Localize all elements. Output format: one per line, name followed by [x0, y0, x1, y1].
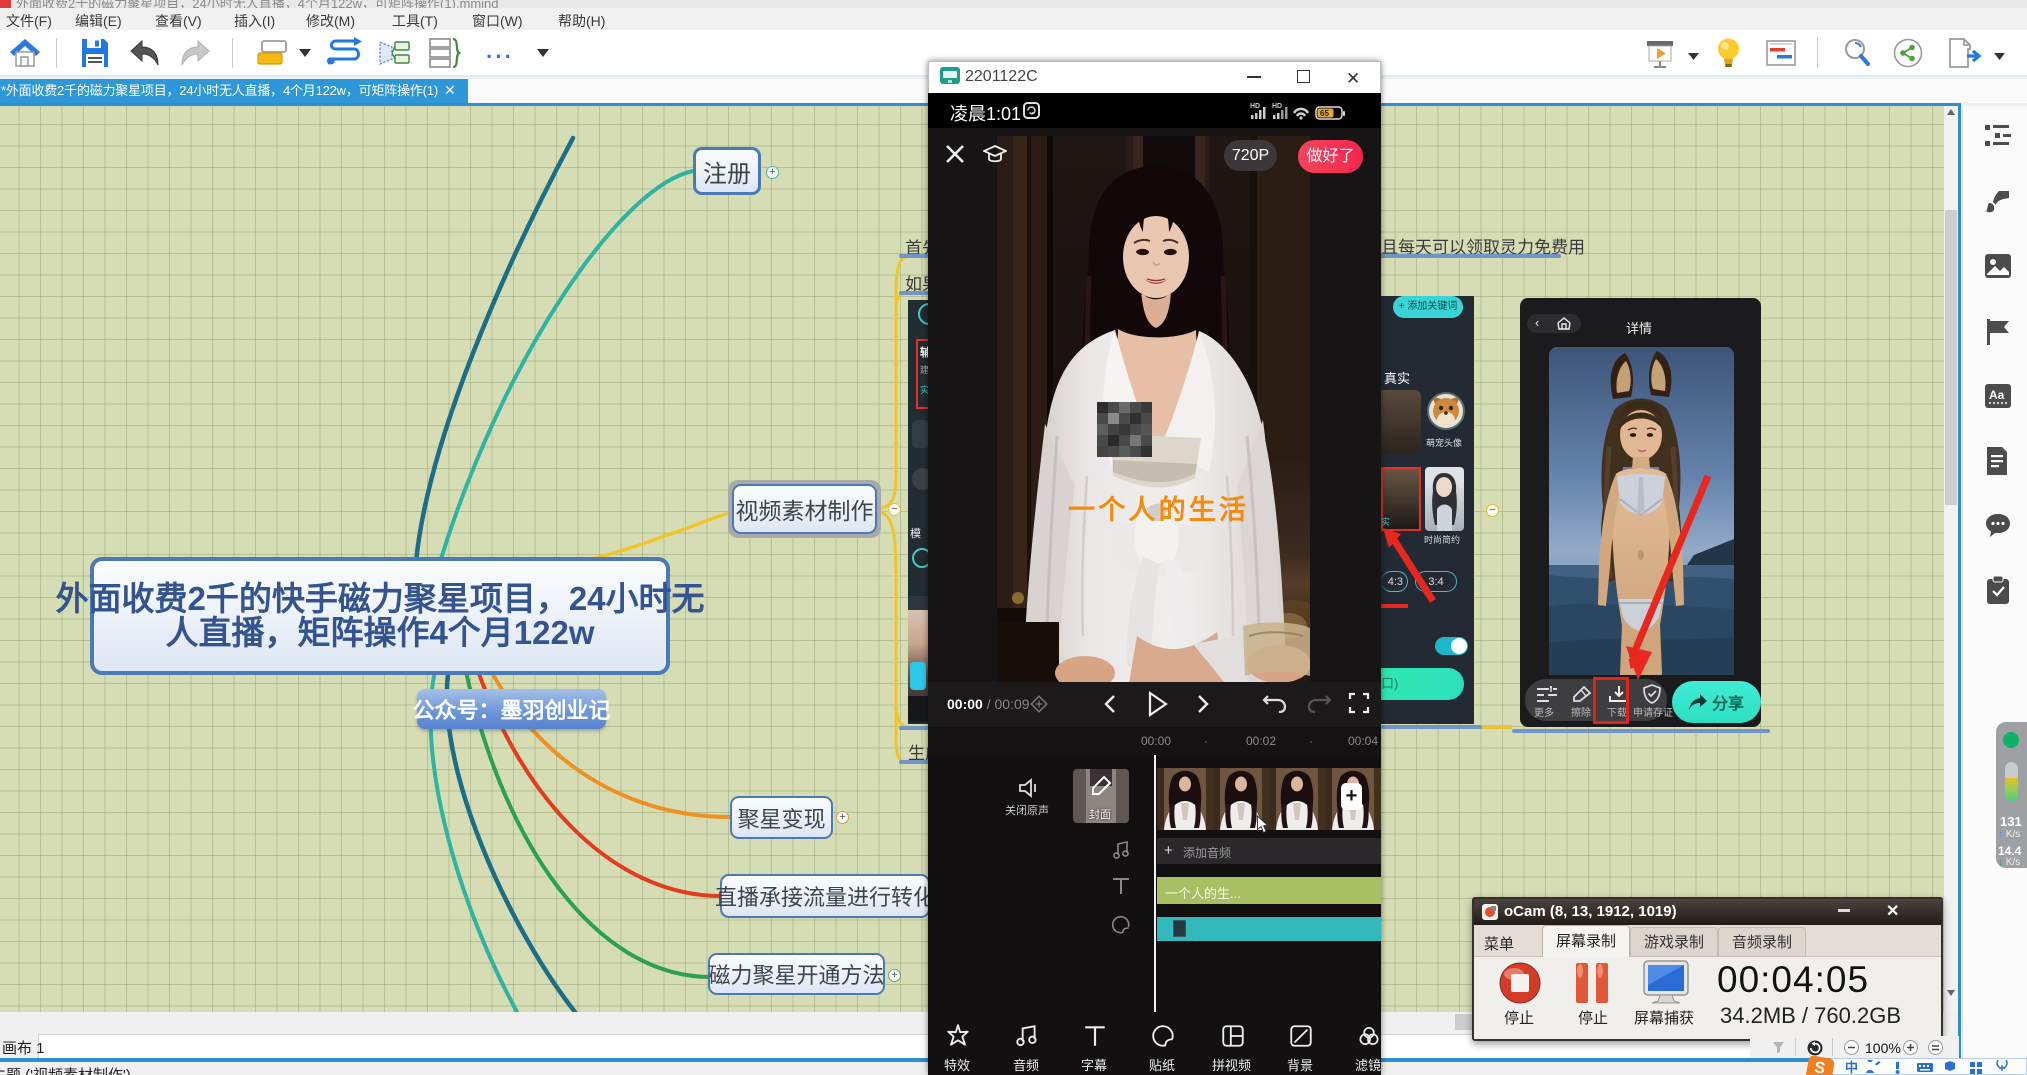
- svg-text:65: 65: [1320, 109, 1329, 118]
- svg-text:中: 中: [1845, 1060, 1858, 1074]
- svg-text:HD: HD: [1272, 103, 1282, 110]
- svg-text:Aa: Aa: [1989, 388, 2005, 402]
- svg-text:HD: HD: [1250, 103, 1260, 110]
- svg-text:一个人的生活: 一个人的生活: [1068, 494, 1249, 525]
